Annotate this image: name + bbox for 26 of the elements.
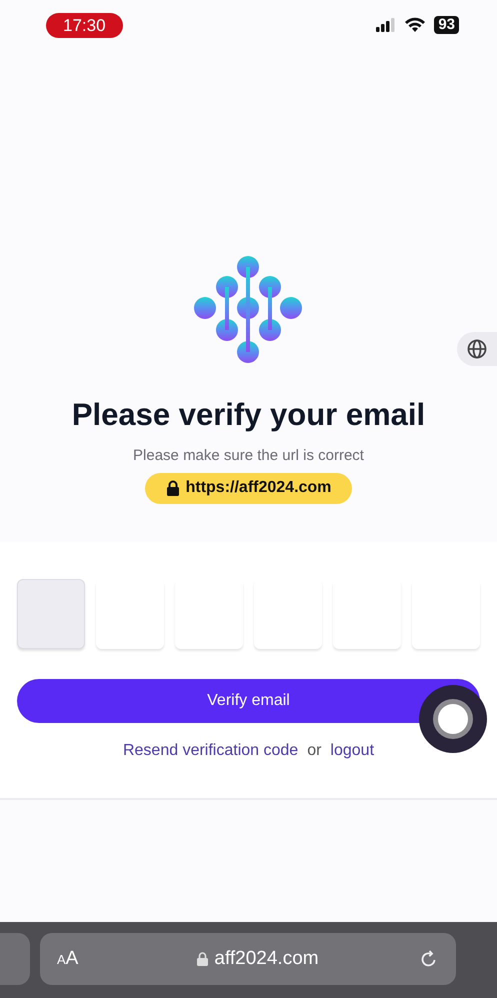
code-input-box[interactable] — [17, 578, 85, 648]
logo-icon — [192, 255, 304, 365]
wifi-icon — [404, 17, 426, 33]
code-input-box[interactable] — [254, 578, 322, 648]
address-bar[interactable]: AA aff2024.com — [40, 933, 456, 985]
page-title: Please verify your email — [70, 396, 426, 434]
address-text: aff2024.com — [214, 946, 319, 971]
code-input-box[interactable] — [333, 578, 401, 648]
verify-email-button[interactable]: Verify email — [17, 678, 480, 722]
or-text: or — [307, 740, 322, 760]
subtitle-text: Please make sure the url is correct — [132, 446, 365, 466]
reader-button[interactable]: AA — [57, 944, 97, 974]
resend-code-link[interactable]: Resend verification code — [122, 738, 298, 762]
language-button[interactable] — [457, 332, 497, 366]
code-input-box[interactable] — [175, 578, 243, 648]
code-input-box[interactable] — [96, 578, 164, 648]
signal-icon — [376, 18, 396, 32]
status-time: 17:30 — [46, 12, 123, 38]
lock-icon — [197, 952, 208, 966]
url-text: https://aff2024.com — [186, 478, 332, 498]
previous-tab[interactable] — [0, 933, 30, 985]
code-input-box[interactable] — [412, 578, 480, 648]
globe-icon — [467, 339, 487, 359]
battery-level: 93 — [434, 16, 459, 34]
logout-link[interactable]: logout — [330, 738, 374, 762]
lock-icon — [166, 480, 180, 496]
